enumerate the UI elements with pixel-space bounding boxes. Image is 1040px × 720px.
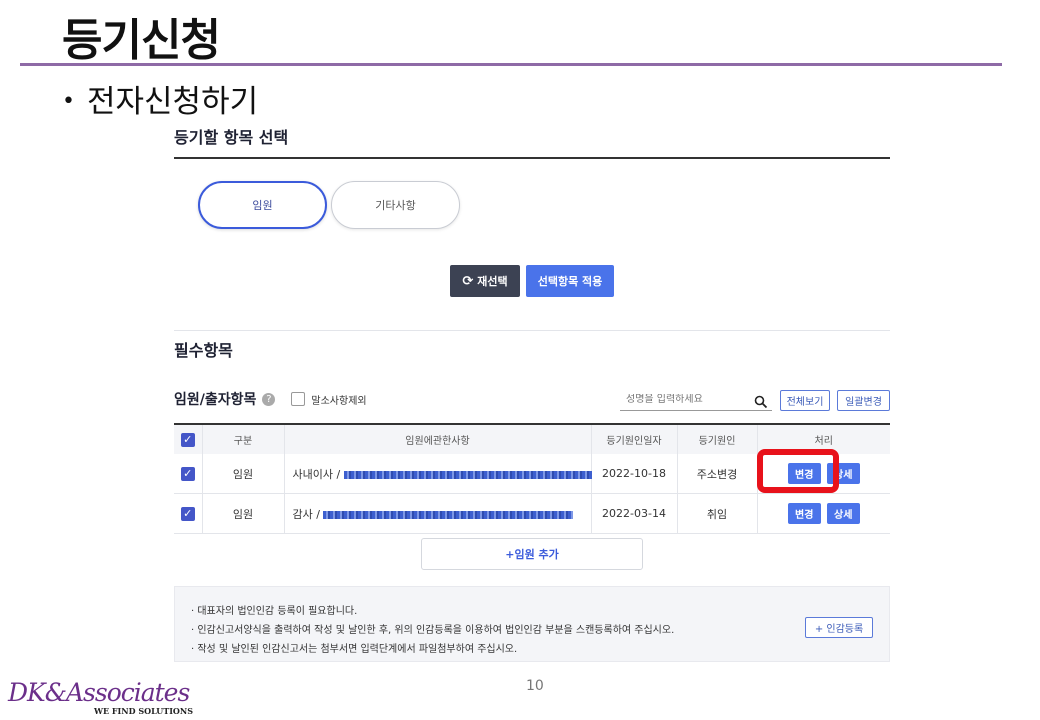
officer-subtitle: 임원/출자항목 xyxy=(174,392,257,408)
row-cause: 주소변경 xyxy=(677,454,758,494)
row-date: 2022-03-14 xyxy=(591,493,678,534)
bullet-dot: • xyxy=(62,89,75,114)
detail-button[interactable]: 상세 xyxy=(826,503,860,524)
section-divider xyxy=(174,157,890,159)
logo-tagline: WE FIND SOLUTIONS xyxy=(94,706,193,716)
notice-line: · 작성 및 날인된 인감신고서는 첨부서면 입력단계에서 파일첨부하여 주십시… xyxy=(191,644,518,655)
select-all-cell: ✓ xyxy=(174,424,203,454)
section-select-title: 등기할 항목 선택 xyxy=(174,128,289,147)
row-checkbox[interactable]: ✓ xyxy=(180,506,195,521)
row-actions: 변경 상세 xyxy=(757,493,890,534)
add-officer-button[interactable]: +임원 추가 xyxy=(421,538,643,570)
row-detail-role: 사내이사 / xyxy=(292,467,341,481)
divider-light xyxy=(174,330,890,331)
company-logo: DK&Associates xyxy=(8,678,190,707)
help-icon[interactable]: ? xyxy=(262,392,276,406)
bullet-item: • 전자신청하기 xyxy=(62,76,258,121)
notice-line: · 인감신고서양식을 출력하여 작성 및 날인한 후, 위의 인감등록을 이용하… xyxy=(191,625,675,636)
registration-panel: 등기할 항목 선택 임원 기타사항 ⟳ 재선택 선택항목 적용 필수항목 임원/… xyxy=(174,118,890,662)
option-officer-pill[interactable]: 임원 xyxy=(198,181,327,229)
reselect-button[interactable]: ⟳ 재선택 xyxy=(450,265,520,297)
refresh-icon: ⟳ xyxy=(462,273,474,289)
column-header: 등기원인일자 xyxy=(591,424,678,454)
search-input[interactable] xyxy=(626,394,754,405)
column-header: 등기원인 xyxy=(677,424,758,454)
required-title: 필수항목 xyxy=(174,341,233,360)
exclude-checkbox[interactable] xyxy=(291,392,306,406)
redacted-text xyxy=(343,470,592,479)
title-divider xyxy=(20,63,1002,66)
notice-line: · 대표자의 법인인감 등록이 필요합니다. xyxy=(191,606,358,617)
apply-selection-button[interactable]: 선택항목 적용 xyxy=(526,265,614,297)
view-all-button[interactable]: 전체보기 xyxy=(780,390,830,411)
table-row: ✓ 임원 감사 / 2022-03-14 취임 변경 상세 xyxy=(174,493,890,534)
row-checkbox[interactable]: ✓ xyxy=(180,466,195,481)
change-button[interactable]: 변경 xyxy=(787,503,821,524)
row-detail: 감사 / xyxy=(284,493,592,534)
officer-subheader: 임원/출자항목 ? 말소사항제외 xyxy=(174,389,367,409)
row-detail: 사내이사 / xyxy=(284,454,592,494)
page-number: 10 xyxy=(526,678,544,694)
row-cause: 취임 xyxy=(677,493,758,534)
column-header: 구분 xyxy=(202,424,285,454)
slide-title: 등기신청 xyxy=(62,15,221,66)
row-detail-role: 감사 / xyxy=(292,507,320,521)
option-other-pill[interactable]: 기타사항 xyxy=(331,181,460,229)
redacted-text xyxy=(323,510,574,519)
highlight-box xyxy=(757,449,839,493)
exclude-label: 말소사항제외 xyxy=(311,395,367,407)
row-date: 2022-10-18 xyxy=(591,454,678,494)
search-underline xyxy=(620,410,772,411)
notice-box: · 대표자의 법인인감 등록이 필요합니다. · 인감신고서양식을 출력하여 작… xyxy=(174,586,890,662)
bullet-text: 전자신청하기 xyxy=(86,84,259,120)
select-all-checkbox[interactable]: ✓ xyxy=(180,432,195,447)
row-type: 임원 xyxy=(202,493,285,534)
row-type: 임원 xyxy=(202,454,285,494)
search-icon[interactable] xyxy=(754,394,768,409)
bulk-change-button[interactable]: 일괄변경 xyxy=(837,390,890,411)
reselect-label: 재선택 xyxy=(477,275,508,288)
column-header: 임원에관한사항 xyxy=(284,424,592,454)
seal-register-button[interactable]: + 인감등록 xyxy=(805,617,873,638)
